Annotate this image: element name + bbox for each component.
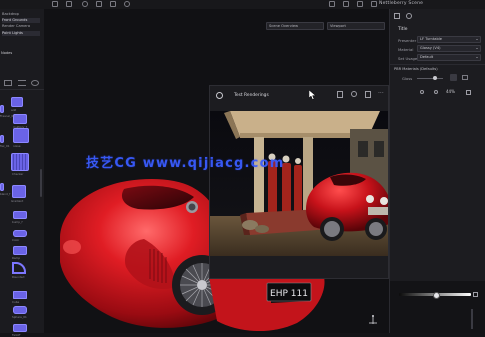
material-label: Material bbox=[398, 47, 414, 52]
node-thumb[interactable] bbox=[13, 324, 27, 332]
grid-icon[interactable] bbox=[52, 1, 58, 7]
move-icon[interactable] bbox=[82, 1, 88, 7]
node-label: Color bbox=[12, 238, 20, 242]
zoom-in-icon[interactable] bbox=[434, 90, 438, 94]
right-panel: Title Presenter LF Turntable Material Gl… bbox=[389, 9, 485, 333]
exposure-handle[interactable] bbox=[433, 292, 440, 299]
node-label: add bbox=[11, 108, 17, 112]
settings-icon[interactable] bbox=[124, 1, 130, 7]
gloss-slider-handle[interactable] bbox=[433, 76, 437, 80]
save-icon[interactable] bbox=[337, 91, 343, 98]
node-thumb[interactable] bbox=[13, 291, 27, 299]
link-icon[interactable] bbox=[462, 75, 468, 80]
node-thumb[interactable] bbox=[13, 211, 27, 219]
split-icon[interactable] bbox=[110, 1, 116, 7]
scene-overview-tab[interactable]: Scene Overview bbox=[266, 22, 324, 30]
render-window[interactable]: Test Renderings ··· bbox=[209, 85, 389, 279]
watermark-text: 技艺CG www.qijiacg.com bbox=[86, 156, 285, 171]
camera-icon[interactable] bbox=[216, 92, 223, 99]
pin-icon[interactable] bbox=[450, 74, 457, 81]
render-icon[interactable] bbox=[371, 1, 377, 7]
node-label: Falloff bbox=[12, 333, 21, 337]
node-label: blend_f bbox=[0, 192, 11, 196]
divider bbox=[390, 64, 485, 65]
node-label: Rounded bbox=[12, 275, 25, 279]
zoom-out-icon[interactable] bbox=[420, 90, 424, 94]
node-label: Ramp bbox=[12, 256, 21, 260]
node-label: noise bbox=[13, 144, 21, 148]
node-label: Fresnel_01 bbox=[0, 114, 15, 118]
list-view-icon[interactable] bbox=[18, 80, 26, 86]
node-thumb[interactable] bbox=[0, 105, 4, 113]
node-thumb[interactable] bbox=[11, 97, 23, 107]
play-icon[interactable] bbox=[343, 1, 349, 7]
node-label: bump_f bbox=[12, 220, 23, 224]
mouse-cursor-icon bbox=[309, 90, 316, 100]
node-thumb[interactable] bbox=[13, 306, 27, 314]
pause-icon[interactable] bbox=[357, 1, 363, 7]
fit-icon[interactable] bbox=[466, 90, 471, 95]
render-window-header: Test Renderings ··· bbox=[210, 86, 388, 111]
set-usage-label: Set Usage bbox=[398, 56, 418, 61]
scene-item[interactable]: Point Lights bbox=[2, 31, 40, 36]
scene-item[interactable]: Render Camera bbox=[2, 24, 40, 29]
node-label: Checker bbox=[12, 172, 24, 176]
nodes-section-label: Nodes bbox=[1, 51, 13, 55]
refresh-icon[interactable] bbox=[351, 91, 357, 97]
delete-icon[interactable] bbox=[365, 91, 371, 98]
gloss-slider[interactable] bbox=[417, 78, 443, 79]
axis-gizmo-icon[interactable] bbox=[368, 314, 378, 326]
layout-icon[interactable] bbox=[66, 1, 72, 7]
zoom-level: 44% bbox=[446, 89, 455, 94]
node-thumb[interactable] bbox=[12, 262, 26, 274]
node-thumb[interactable] bbox=[13, 114, 27, 124]
divider bbox=[0, 89, 44, 90]
viewport-tab[interactable]: Viewport bbox=[327, 22, 385, 30]
grid-view-icon[interactable] bbox=[4, 80, 12, 86]
pbr-section-header[interactable]: PBR Materials (Defaults) bbox=[394, 67, 438, 71]
window-icon[interactable] bbox=[96, 1, 102, 7]
node-label: Gradient bbox=[11, 199, 24, 203]
material-select[interactable]: Glossy (V4) bbox=[417, 45, 481, 52]
panel-sphere-icon[interactable] bbox=[406, 13, 412, 19]
window-title: Nettleberry Scene bbox=[379, 1, 424, 6]
set-usage-select[interactable]: Default bbox=[417, 54, 481, 61]
render-window-title: Test Renderings bbox=[234, 93, 269, 98]
node-label: Tex_01 bbox=[0, 144, 10, 148]
node-thumb[interactable] bbox=[13, 230, 27, 237]
render-preview-image bbox=[210, 111, 388, 256]
left-panel: Backdrop Front Grounds Render Camera Poi… bbox=[0, 9, 45, 337]
more-icon[interactable]: ··· bbox=[378, 91, 384, 97]
node-thumb[interactable] bbox=[0, 183, 4, 191]
panel-header: Title bbox=[398, 27, 408, 32]
presenter-label: Presenter bbox=[398, 38, 417, 43]
reset-icon[interactable] bbox=[473, 292, 478, 297]
filter-icon[interactable] bbox=[31, 80, 39, 86]
scene-item[interactable]: Front Grounds bbox=[2, 18, 40, 23]
node-label: Cube bbox=[12, 300, 20, 304]
node-thumb[interactable] bbox=[13, 246, 27, 255]
monitor-icon[interactable] bbox=[329, 1, 335, 7]
node-thumb[interactable] bbox=[12, 185, 26, 198]
node-thumb[interactable] bbox=[11, 153, 29, 171]
scrollbar[interactable] bbox=[471, 309, 473, 329]
viewport-car-fender: EHP 111 bbox=[209, 277, 325, 332]
node-thumb[interactable] bbox=[0, 135, 4, 143]
panel-grid-icon[interactable] bbox=[394, 13, 400, 19]
presenter-select[interactable]: LF Turntable bbox=[417, 36, 481, 43]
node-thumb[interactable] bbox=[13, 128, 29, 143]
scene-item[interactable]: Backdrop bbox=[2, 12, 40, 17]
gloss-label: Gloss bbox=[402, 76, 413, 81]
scrollbar[interactable] bbox=[40, 169, 42, 197]
node-label: Sphere_01 bbox=[12, 315, 27, 319]
license-plate-text: EHP 111 bbox=[270, 289, 308, 299]
